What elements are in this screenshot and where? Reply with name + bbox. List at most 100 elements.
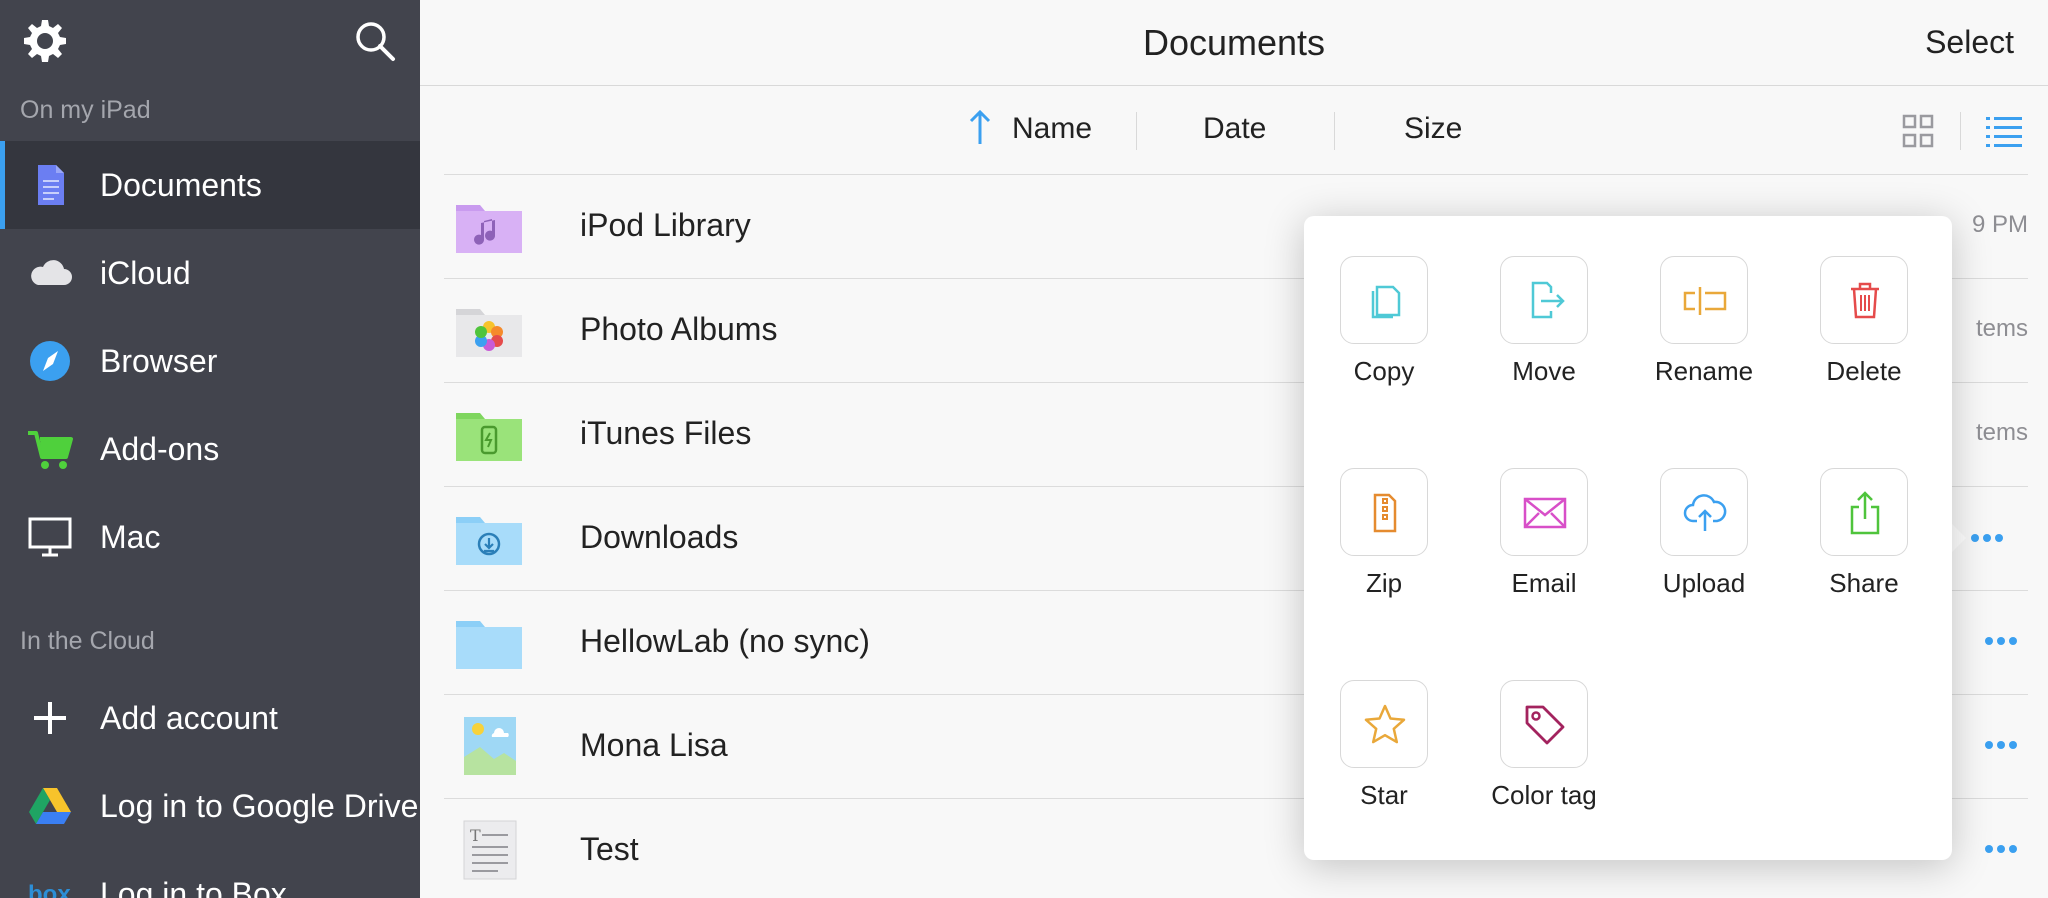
monitor-icon <box>28 517 72 557</box>
copy-button[interactable] <box>1340 256 1428 344</box>
sort-by-name[interactable]: Name <box>1012 112 1092 146</box>
file-name: Downloads <box>580 519 739 555</box>
itunes-folder-icon <box>456 413 522 461</box>
sidebar-item-google-drive[interactable]: Log in to Google Drive <box>0 762 420 850</box>
rename-icon <box>1683 287 1727 315</box>
sort-by-size[interactable]: Size <box>1404 112 1462 146</box>
rename-button[interactable] <box>1660 256 1748 344</box>
action-label: Color tag <box>1491 780 1597 810</box>
downloads-folder-icon <box>456 517 522 565</box>
zip-action[interactable]: Zip <box>1304 428 1464 608</box>
action-label: Move <box>1512 356 1576 386</box>
sidebar-item-label: Log in to Google Drive <box>100 787 419 824</box>
more-options-icon[interactable] <box>1984 635 2018 647</box>
music-folder-icon <box>456 205 522 253</box>
gear-icon[interactable] <box>22 18 68 64</box>
sidebar-item-label: Documents <box>100 166 262 203</box>
text-file-icon: T <box>463 820 517 880</box>
list-view-icon[interactable] <box>1986 114 2022 148</box>
sidebar-item-label: Mac <box>100 518 161 555</box>
tag-icon <box>1525 705 1565 745</box>
upload-button[interactable] <box>1660 468 1748 556</box>
delete-button[interactable] <box>1820 256 1908 344</box>
cloud-icon <box>31 260 72 285</box>
sidebar-item-label: Browser <box>100 342 218 379</box>
more-options-icon[interactable] <box>1984 739 2018 751</box>
share-button[interactable] <box>1820 468 1908 556</box>
share-icon <box>1850 491 1880 535</box>
action-label: Email <box>1511 568 1577 598</box>
action-label: Delete <box>1826 356 1902 386</box>
sort-bar: Name Date Size <box>420 86 2048 174</box>
file-name: Test <box>580 831 639 867</box>
file-name: iPod Library <box>580 207 751 243</box>
file-meta: tems <box>1975 419 2028 446</box>
actions-popover: Copy Move Rename Delete Zip Email Upload… <box>1304 216 1952 860</box>
star-action[interactable]: Star <box>1304 640 1464 820</box>
grid-view-icon[interactable] <box>1902 114 1934 148</box>
share-action[interactable]: Share <box>1784 428 1944 608</box>
zip-button[interactable] <box>1340 468 1428 556</box>
divider <box>1960 112 1961 150</box>
upload-action[interactable]: Upload <box>1624 428 1784 608</box>
sidebar-item-label: iCloud <box>100 254 191 291</box>
search-icon[interactable] <box>354 20 396 62</box>
sidebar-section-cloud: In the Cloud <box>20 627 155 655</box>
email-button[interactable] <box>1500 468 1588 556</box>
color-tag-button[interactable] <box>1500 680 1588 768</box>
move-button[interactable] <box>1500 256 1588 344</box>
email-action[interactable]: Email <box>1464 428 1624 608</box>
action-label: Star <box>1360 780 1408 810</box>
divider <box>1136 112 1137 150</box>
photos-folder-icon <box>456 309 522 357</box>
sidebar-item-mac[interactable]: Mac <box>0 493 420 581</box>
sidebar-item-browser[interactable]: Browser <box>0 317 420 405</box>
color-tag-action[interactable]: Color tag <box>1464 640 1624 820</box>
delete-action[interactable]: Delete <box>1784 216 1944 396</box>
box-icon: box <box>28 881 71 898</box>
move-action[interactable]: Move <box>1464 216 1624 396</box>
more-options-icon[interactable] <box>1970 532 2004 544</box>
action-label: Zip <box>1365 568 1403 598</box>
svg-text:T: T <box>470 826 481 845</box>
sidebar-item-box[interactable]: box Log in to Box <box>0 850 420 898</box>
trash-icon <box>1851 282 1879 319</box>
document-icon <box>38 165 64 205</box>
header: Documents Select <box>420 0 2048 86</box>
file-name: iTunes Files <box>580 415 752 451</box>
image-file-icon <box>464 717 516 775</box>
sidebar-item-label: Log in to Box <box>100 875 287 898</box>
sidebar: On my iPad Documents iCloud Browser Add-… <box>0 0 420 898</box>
sidebar-item-addons[interactable]: Add-ons <box>0 405 420 493</box>
action-label: Copy <box>1353 356 1415 386</box>
svg-text:box: box <box>28 881 71 898</box>
copy-icon <box>1371 285 1401 319</box>
action-label: Upload <box>1662 568 1746 598</box>
sidebar-section-local: On my iPad <box>20 96 151 124</box>
rename-action[interactable]: Rename <box>1624 216 1784 396</box>
more-options-icon[interactable] <box>1984 843 2018 855</box>
email-icon <box>1523 497 1567 529</box>
sidebar-item-label: Add account <box>100 699 278 736</box>
sidebar-toolbar <box>0 0 420 84</box>
sidebar-item-label: Add-ons <box>100 430 220 467</box>
sidebar-item-add-account[interactable]: Add account <box>0 674 420 762</box>
select-button[interactable]: Select <box>1925 24 2014 61</box>
file-meta: 9 PM <box>1971 211 2028 238</box>
file-meta: tems <box>1975 315 2028 342</box>
plus-icon <box>34 702 66 734</box>
action-label: Share <box>1829 568 1899 598</box>
star-button[interactable] <box>1340 680 1428 768</box>
sort-by-date[interactable]: Date <box>1203 112 1266 146</box>
cart-icon <box>28 431 73 469</box>
divider <box>1334 112 1335 150</box>
page-title: Documents <box>1142 22 1326 63</box>
copy-action[interactable]: Copy <box>1304 216 1464 396</box>
sidebar-item-icloud[interactable]: iCloud <box>0 229 420 317</box>
arrow-up-icon <box>969 109 991 144</box>
file-name: HellowLab (no sync) <box>580 623 870 659</box>
google-drive-icon <box>29 788 71 824</box>
compass-icon <box>30 341 70 381</box>
upload-icon <box>1683 494 1727 531</box>
sidebar-item-documents[interactable]: Documents <box>0 141 420 229</box>
